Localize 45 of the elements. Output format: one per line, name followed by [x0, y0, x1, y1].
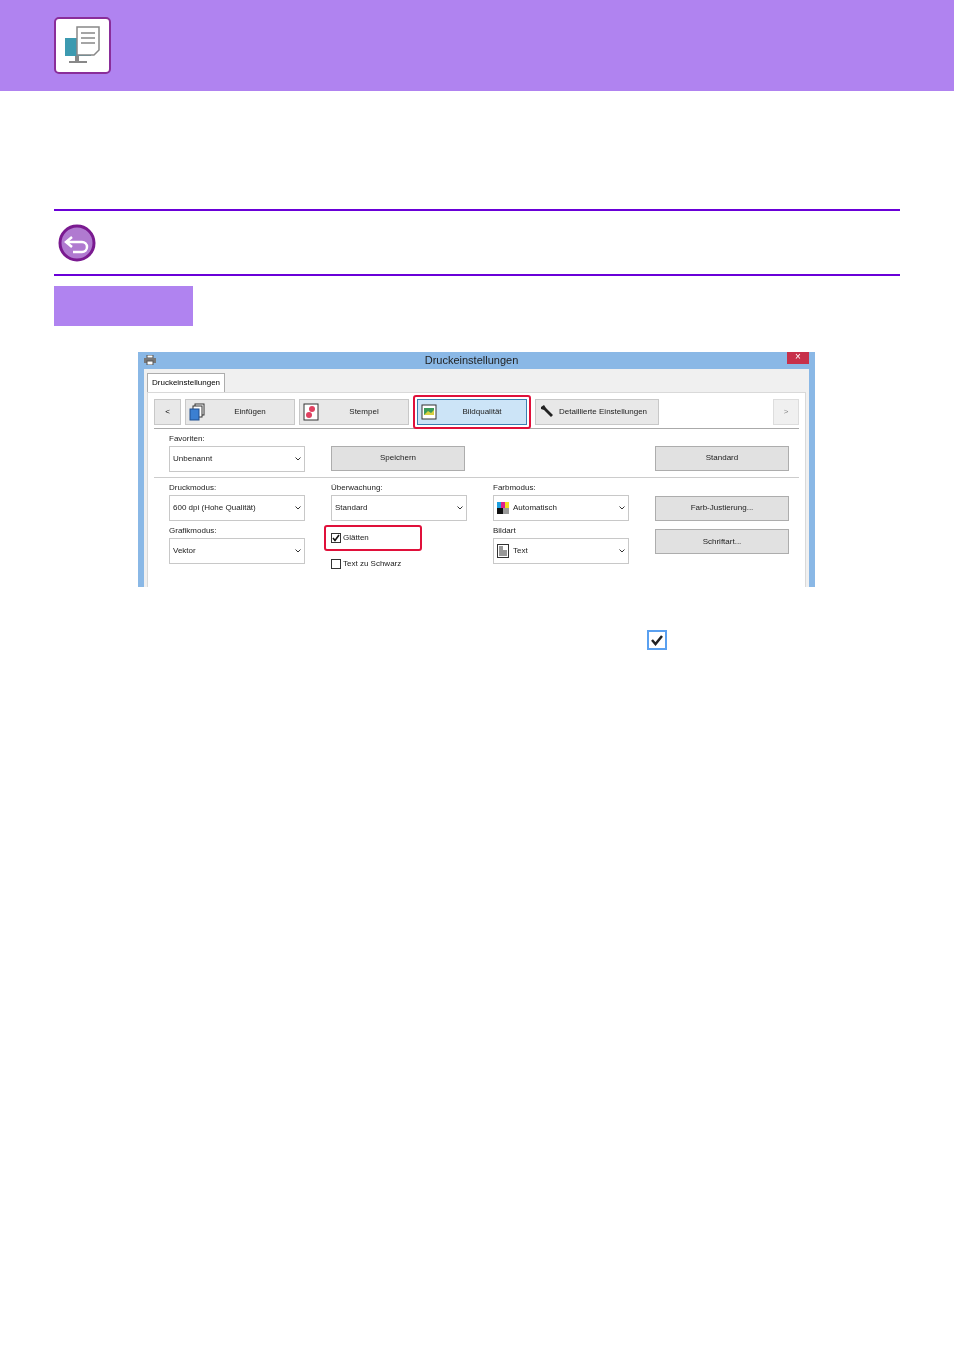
- color-adjust-button[interactable]: Farb-Justierung...: [655, 495, 789, 521]
- chevron-down-icon: [295, 456, 301, 461]
- checkbox[interactable]: [331, 532, 341, 543]
- close-button[interactable]: ×: [787, 352, 809, 364]
- chevron-down-icon: [619, 548, 625, 553]
- toolbar-tab[interactable]: Einfügen: [185, 399, 295, 425]
- picture-icon: [421, 404, 437, 420]
- field-label: Bildart: [493, 524, 517, 537]
- printer-icon: [144, 355, 156, 366]
- text-document-icon: [497, 543, 509, 558]
- checkbox[interactable]: [331, 558, 341, 569]
- window-title: Druckeinstellungen: [423, 353, 520, 368]
- chevron-down-icon: [619, 505, 625, 510]
- wrench-icon: [539, 404, 555, 420]
- field-label: Favoriten:: [169, 432, 206, 445]
- favorites-dropdown[interactable]: Unbenannt: [169, 445, 305, 472]
- checkbox-label: Text zu Schwarz: [343, 557, 402, 570]
- checkbox-label: Glätten: [343, 531, 369, 544]
- save-button[interactable]: Speichern: [331, 445, 465, 471]
- font-button[interactable]: Schriftart...: [655, 529, 789, 554]
- toolbar-tab[interactable]: Bildqualität: [417, 399, 527, 425]
- graphics-mode-dropdown[interactable]: Vektor: [169, 537, 305, 564]
- field-label: Überwachung:: [331, 481, 384, 494]
- field-label: Farbmodus:: [493, 481, 537, 494]
- check-mark-icon: [332, 533, 340, 542]
- pages-icon: [189, 403, 205, 421]
- color-mode-dropdown[interactable]: Automatisch: [493, 494, 629, 521]
- chevron-down-icon: [295, 505, 301, 510]
- chevron-down-icon: [457, 505, 463, 510]
- color-squares-icon: [497, 501, 509, 514]
- print-mode-dropdown[interactable]: 600 dpi (Hohe Qualität): [169, 494, 305, 521]
- field-label: Grafikmodus:: [169, 524, 218, 537]
- default-button[interactable]: Standard: [655, 445, 789, 471]
- toolbar-tab[interactable]: Detaillierte Einstellungen: [535, 399, 659, 425]
- image-type-dropdown[interactable]: Text: [493, 537, 629, 564]
- chevron-down-icon: [295, 548, 301, 553]
- document-stamp-icon: [303, 403, 319, 421]
- previous-button[interactable]: <: [154, 399, 181, 425]
- checkbox-row[interactable]: Glätten: [324, 524, 422, 551]
- checkbox-row[interactable]: Text zu Schwarz: [324, 550, 422, 577]
- field-label: Druckmodus:: [169, 481, 218, 494]
- toolbar-tab[interactable]: Stempel: [299, 399, 409, 425]
- monitoring-dropdown[interactable]: Standard: [331, 494, 467, 521]
- tab[interactable]: Druckeinstellungen: [147, 372, 226, 392]
- computer-document-icon: [54, 17, 111, 74]
